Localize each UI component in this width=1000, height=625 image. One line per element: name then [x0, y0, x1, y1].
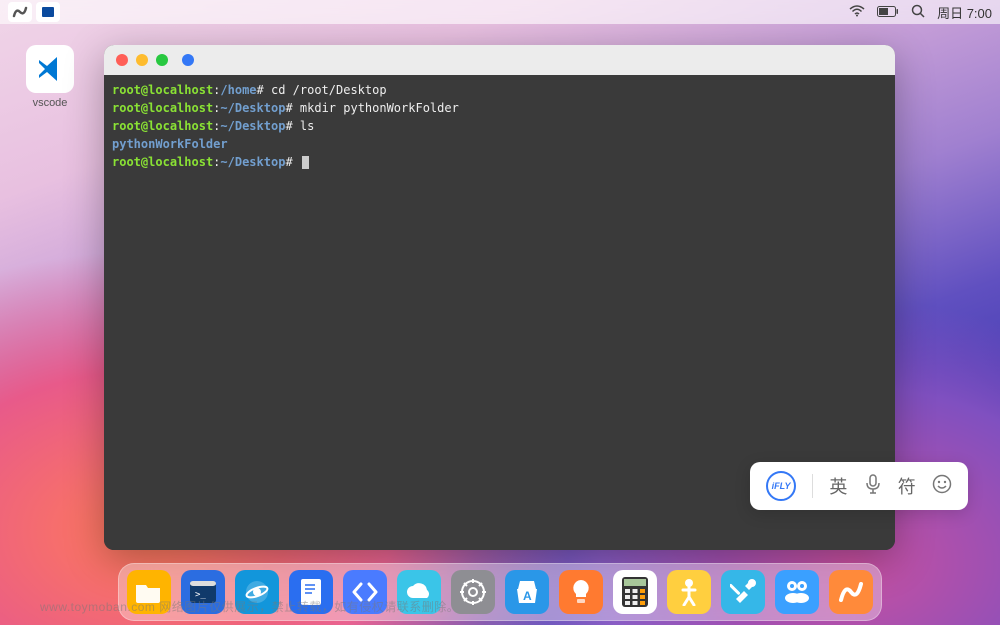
window-titlebar[interactable] — [104, 45, 895, 75]
desktop-icon-vscode[interactable]: vscode — [25, 45, 75, 109]
ime-symbol-toggle[interactable]: 符 — [898, 473, 916, 499]
dock-item-store[interactable]: A — [505, 570, 549, 614]
dock-item-app[interactable] — [829, 570, 873, 614]
window-extra-button[interactable] — [182, 54, 194, 66]
menubar-app-icon-2[interactable] — [36, 2, 60, 22]
dock-item-calculator[interactable] — [613, 570, 657, 614]
ime-voice-icon[interactable] — [864, 474, 882, 499]
dock-item-accessibility[interactable] — [667, 570, 711, 614]
terminal-line: root@localhost:~/Desktop# — [112, 153, 887, 171]
ime-emoji-icon[interactable] — [932, 474, 952, 499]
window-minimize-button[interactable] — [136, 54, 148, 66]
watermark-text: www.toymoban.com 网络图片仅供展示，禁止转载，如有侵权请联系删除… — [40, 598, 459, 615]
ime-divider — [812, 474, 813, 498]
terminal-line: pythonWorkFolder — [112, 135, 887, 153]
dock-item-tools[interactable] — [721, 570, 765, 614]
menubar-app-icon-1[interactable] — [8, 2, 32, 22]
wifi-icon[interactable] — [849, 5, 865, 20]
ime-logo-icon[interactable]: iFLY — [766, 471, 796, 501]
dock-item-tips[interactable] — [559, 570, 603, 614]
terminal-line: root@localhost:~/Desktop# mkdir pythonWo… — [112, 99, 887, 117]
menubar: 周日 7:00 — [0, 0, 1000, 24]
terminal-line: root@localhost:~/Desktop# ls — [112, 117, 887, 135]
ime-lang-toggle[interactable]: 英 — [829, 473, 847, 499]
svg-text:A: A — [523, 589, 532, 603]
dock-item-game[interactable] — [775, 570, 819, 614]
window-maximize-button[interactable] — [156, 54, 168, 66]
battery-icon[interactable] — [877, 5, 899, 20]
ime-toolbar[interactable]: iFLY 英 符 — [750, 462, 968, 510]
desktop-icon-label: vscode — [33, 97, 68, 109]
window-close-button[interactable] — [116, 54, 128, 66]
search-icon[interactable] — [911, 4, 925, 21]
terminal-line: root@localhost:/home# cd /root/Desktop — [112, 81, 887, 99]
menubar-clock[interactable]: 周日 7:00 — [937, 3, 992, 22]
vscode-icon — [26, 45, 74, 93]
